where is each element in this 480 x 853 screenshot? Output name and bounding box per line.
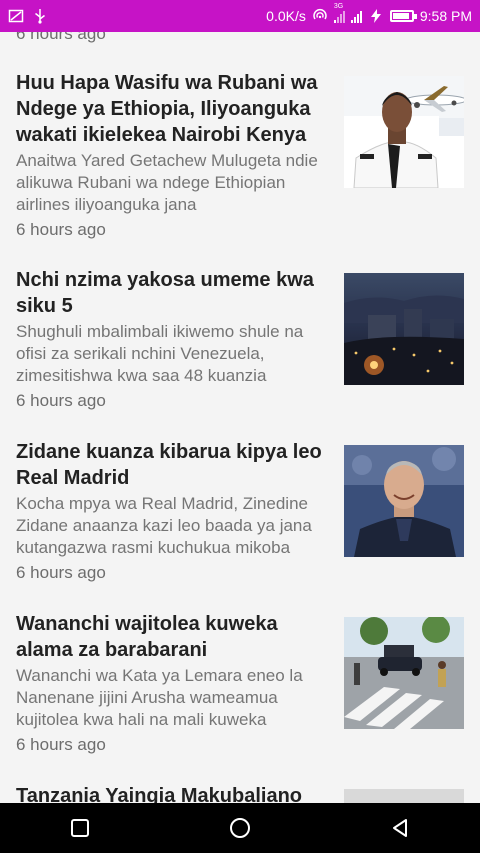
article-card[interactable]: Tanzania Yaingia Makubaliano [0,783,480,803]
screenshot-icon [8,9,24,23]
home-button[interactable] [220,808,260,848]
article-time: 6 hours ago [16,391,106,410]
hotspot-icon [313,9,327,20]
status-bar: 0.0K/s 3G 9:58 PM [0,0,480,32]
article-card[interactable]: Nchi nzima yakosa umeme kwa siku 5 Shugh… [0,267,480,417]
article-time: 6 hours ago [16,32,106,43]
article-card[interactable]: Zidane kuanza kibarua kipya leo Real Mad… [0,439,480,589]
city-night-photo-thumbnail[interactable] [344,273,464,385]
navigation-bar [0,803,480,853]
signal-3g: 3G [333,3,345,23]
article-title[interactable]: Wananchi wajitolea kuweka alama za barab… [16,611,326,663]
usb-icon [35,9,45,24]
article-title[interactable]: Huu Hapa Wasifu wa Rubani wa Ndege ya Et… [16,70,326,148]
article-description: Anaitwa Yared Getachew Mulugeta ndie ali… [16,151,318,214]
article-description: Kocha mpya wa Real Madrid, Zinedine Zida… [16,494,312,557]
square-icon [71,819,89,837]
circle-icon [230,818,250,838]
back-button[interactable] [380,808,420,848]
article-card[interactable]: Wananchi wajitolea kuweka alama za barab… [0,611,480,761]
article-title[interactable]: Nchi nzima yakosa umeme kwa siku 5 [16,267,326,319]
road-crossing-photo-thumbnail[interactable] [344,617,464,729]
article-time: 6 hours ago [16,220,106,239]
signal-strength-icon [350,9,362,23]
article-card[interactable]: Huu Hapa Wasifu wa Rubani wa Ndege ya Et… [0,70,480,250]
battery-level [392,13,409,19]
coach-photo-thumbnail[interactable] [344,445,464,557]
article-time: 6 hours ago [16,735,106,754]
article-title[interactable]: Tanzania Yaingia Makubaliano [16,783,326,803]
partial-photo-thumbnail[interactable] [344,789,464,803]
network-speed: 0.0K/s [266,8,306,24]
recents-button[interactable] [60,808,100,848]
triangle-back-icon [393,819,407,837]
article-title[interactable]: Zidane kuanza kibarua kipya leo Real Mad… [16,439,326,491]
pilot-photo-thumbnail[interactable] [344,76,464,188]
charging-bolt-icon [370,9,381,23]
article-description: Shughuli mbalimbali ikiwemo shule na ofi… [16,322,304,385]
news-feed[interactable]: 6 hours ago Huu Hapa Wasifu wa Rubani wa… [0,32,480,803]
article-description: Wananchi wa Kata ya Lemara eneo la Nanen… [16,666,303,729]
signal-3g-label: 3G [333,3,344,10]
clock: 9:58 PM [419,8,472,24]
article-time: 6 hours ago [16,563,106,582]
battery-icon [389,10,417,22]
